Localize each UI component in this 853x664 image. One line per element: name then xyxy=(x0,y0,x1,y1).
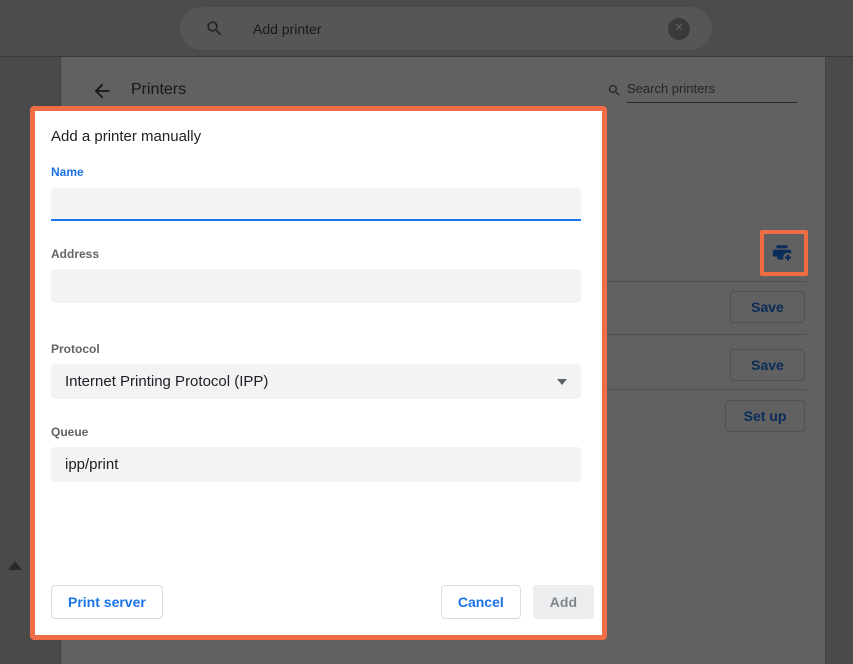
add-printer-dialog: Add a printer manually Name Address Prot… xyxy=(30,106,607,640)
queue-field-label: Queue xyxy=(51,425,88,439)
cancel-button[interactable]: Cancel xyxy=(441,585,521,619)
highlight-box-add-printer-icon xyxy=(760,230,808,276)
protocol-selected-value: Internet Printing Protocol (IPP) xyxy=(65,373,557,390)
queue-input[interactable] xyxy=(51,447,581,482)
address-field-label: Address xyxy=(51,247,99,261)
screen: ✕ Printers xyxy=(0,0,853,664)
name-field-label: Name xyxy=(51,165,84,179)
address-input[interactable] xyxy=(51,269,581,303)
chevron-down-icon xyxy=(557,379,567,385)
dialog-title: Add a printer manually xyxy=(51,128,201,145)
name-input[interactable] xyxy=(51,188,581,221)
protocol-select[interactable]: Internet Printing Protocol (IPP) xyxy=(51,364,581,399)
add-button: Add xyxy=(533,585,594,619)
dialog-footer: Print server Cancel Add xyxy=(51,585,594,619)
print-server-button[interactable]: Print server xyxy=(51,585,163,619)
protocol-field-label: Protocol xyxy=(51,342,100,356)
